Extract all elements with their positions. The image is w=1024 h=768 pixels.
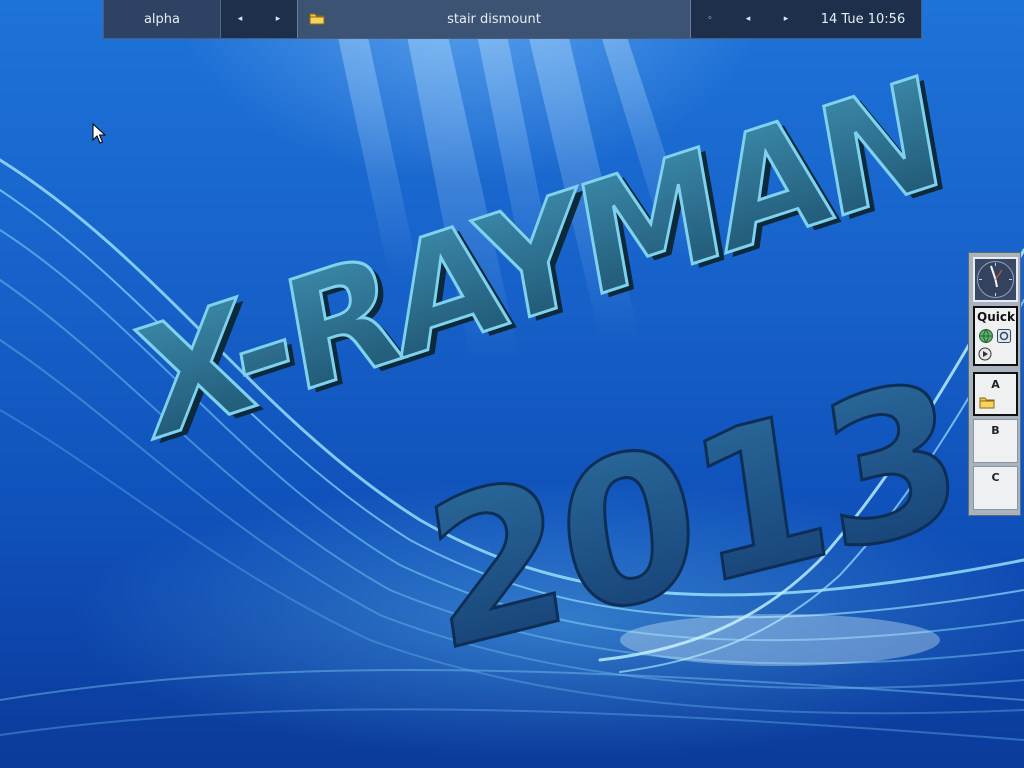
workspace-name-button[interactable]: alpha	[104, 0, 221, 38]
desktop-a-button[interactable]: A	[973, 372, 1018, 416]
dock-pager: Quick A B C	[968, 252, 1021, 516]
folder-icon	[979, 397, 995, 409]
analog-clock-icon	[977, 261, 1014, 298]
settings-icon[interactable]	[996, 328, 1012, 344]
window-menu-button[interactable]: ◦	[691, 0, 729, 38]
workspace-prev-button[interactable]: ◂	[221, 0, 259, 38]
desktop-c-label: C	[991, 471, 1000, 484]
quick-label: Quick	[977, 310, 1015, 324]
clock-dockapp[interactable]	[973, 257, 1018, 302]
folder-icon	[309, 13, 325, 25]
desktop-a-label: A	[991, 378, 1000, 391]
desktop-b-button[interactable]: B	[973, 419, 1018, 463]
desktop-c-button[interactable]: C	[973, 466, 1018, 510]
task-button[interactable]: stair dismount	[297, 0, 691, 38]
quick-launch[interactable]: Quick	[973, 306, 1018, 366]
task-prev-button[interactable]: ◂	[729, 0, 767, 38]
wallpaper-art: X-RAYMAN X-RAYMAN 2013	[0, 0, 1024, 741]
play-icon[interactable]	[978, 347, 992, 361]
desktop-background: X-RAYMAN X-RAYMAN 2013	[0, 0, 1024, 768]
panel-clock[interactable]: 14 Tue 10:56	[805, 0, 921, 38]
desktop-b-label: B	[991, 424, 1000, 437]
task-title: stair dismount	[447, 11, 541, 27]
task-next-button[interactable]: ▸	[767, 0, 805, 38]
mouse-cursor-icon	[92, 123, 106, 144]
top-panel: alpha ◂ ▸ stair dismount ◦ ◂ ▸ 14 Tue 10…	[103, 0, 922, 39]
globe-icon[interactable]	[978, 328, 994, 344]
workspace-next-button[interactable]: ▸	[259, 0, 297, 38]
